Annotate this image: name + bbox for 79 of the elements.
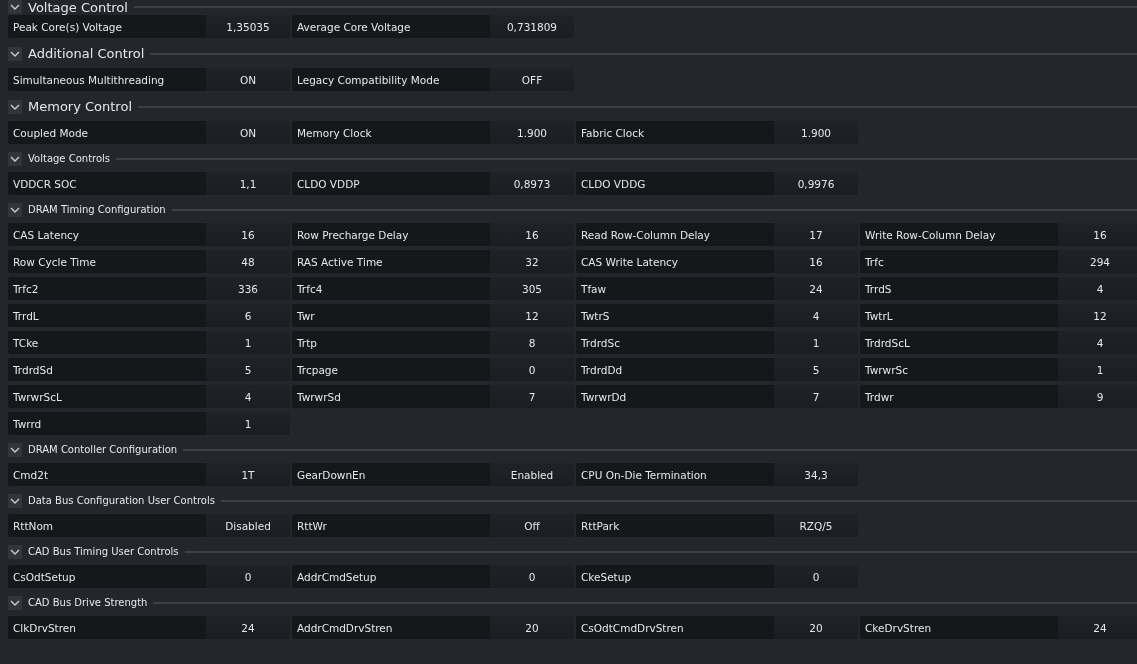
- setting-label: TrdrdScL: [860, 331, 1058, 354]
- setting-label: CAS Write Latency: [576, 250, 774, 273]
- setting-label: Cmd2t: [8, 463, 206, 486]
- setting-label: TwrwrSd: [292, 385, 490, 408]
- chevron-icon: [10, 206, 20, 213]
- chevron-icon: [10, 155, 20, 162]
- setting-label: Simultaneous Multithreading: [8, 68, 206, 91]
- section-title: CAD Bus Timing User Controls: [28, 546, 179, 557]
- setting-label: CAS Latency: [8, 223, 206, 246]
- setting-label: Peak Core(s) Voltage: [8, 15, 206, 38]
- chevron-icon: [10, 4, 20, 10]
- setting-label: Twrrd: [8, 412, 206, 435]
- setting-label: CPU On-Die Termination: [576, 463, 774, 486]
- setting-label: AddrCmdSetup: [292, 565, 490, 588]
- setting-label: RttNom: [8, 514, 206, 537]
- setting-label: RAS Active Time: [292, 250, 490, 273]
- setting-label: ClkDrvStren: [8, 616, 206, 639]
- collapse-toggle[interactable]: [8, 202, 22, 217]
- setting-label: TrdrdSd: [8, 358, 206, 381]
- section-title: CAD Bus Drive Strength: [28, 597, 148, 608]
- setting-label: Trcpage: [292, 358, 490, 381]
- setting-label: TwtrL: [860, 304, 1058, 327]
- chevron-icon: [10, 599, 20, 606]
- chevron-icon: [10, 548, 20, 555]
- collapse-toggle[interactable]: [8, 595, 22, 610]
- setting-label: AddrCmdDrvStren: [292, 616, 490, 639]
- setting-label: TwrwrDd: [576, 385, 774, 408]
- setting-label: Write Row-Column Delay: [860, 223, 1058, 246]
- setting-label: Row Precharge Delay: [292, 223, 490, 246]
- setting-label: Trfc4: [292, 277, 490, 300]
- setting-label: Memory Clock: [292, 121, 490, 144]
- setting-label: TrrdL: [8, 304, 206, 327]
- setting-label: TwrwrSc: [860, 358, 1058, 381]
- section-title: DRAM Timing Configuration: [28, 204, 166, 215]
- setting-label: CkeSetup: [576, 565, 774, 588]
- setting-label: RttPark: [576, 514, 774, 537]
- section-title: DRAM Contoller Configuration: [28, 444, 178, 455]
- setting-label: GearDownEn: [292, 463, 490, 486]
- chevron-icon: [10, 497, 20, 504]
- section-title: Data Bus Configuration User Controls: [28, 495, 215, 506]
- setting-label: TrdrdDd: [576, 358, 774, 381]
- section-title: Voltage Controls: [28, 153, 111, 164]
- collapse-toggle[interactable]: [8, 493, 22, 508]
- setting-label: Read Row-Column Delay: [576, 223, 774, 246]
- setting-label: TwtrS: [576, 304, 774, 327]
- setting-label: TCke: [8, 331, 206, 354]
- chevron-icon: [10, 103, 20, 110]
- setting-label: Average Core Voltage: [292, 15, 490, 38]
- setting-label: Fabric Clock: [576, 121, 774, 144]
- collapse-toggle[interactable]: [8, 46, 22, 61]
- setting-label: Legacy Compatibility Mode: [292, 68, 490, 91]
- setting-label: CsOdtSetup: [8, 565, 206, 588]
- setting-label: CLDO VDDP: [292, 172, 490, 195]
- setting-label: Trdwr: [860, 385, 1058, 408]
- setting-label: TwrwrScL: [8, 385, 206, 408]
- collapse-toggle[interactable]: [8, 151, 22, 166]
- setting-label: Twr: [292, 304, 490, 327]
- section-title: Memory Control: [28, 99, 132, 114]
- setting-label: Coupled Mode: [8, 121, 206, 144]
- setting-label: TrdrdSc: [576, 331, 774, 354]
- collapse-toggle[interactable]: [8, 442, 22, 457]
- section-title: Additional Control: [28, 46, 145, 61]
- setting-label: RttWr: [292, 514, 490, 537]
- setting-label: CkeDrvStren: [860, 616, 1058, 639]
- setting-label: Trfc2: [8, 277, 206, 300]
- setting-label: CLDO VDDG: [576, 172, 774, 195]
- chevron-icon: [10, 446, 20, 453]
- collapse-toggle[interactable]: [8, 0, 22, 14]
- setting-label: TrrdS: [860, 277, 1058, 300]
- setting-label: Tfaw: [576, 277, 774, 300]
- section-title: Voltage Control: [28, 0, 128, 15]
- collapse-toggle[interactable]: [8, 99, 22, 114]
- setting-label: VDDCR SOC: [8, 172, 206, 195]
- setting-label: Trtp: [292, 331, 490, 354]
- chevron-icon: [10, 50, 20, 57]
- collapse-toggle[interactable]: [8, 544, 22, 559]
- setting-label: Row Cycle Time: [8, 250, 206, 273]
- setting-label: Trfc: [860, 250, 1058, 273]
- setting-label: CsOdtCmdDrvStren: [576, 616, 774, 639]
